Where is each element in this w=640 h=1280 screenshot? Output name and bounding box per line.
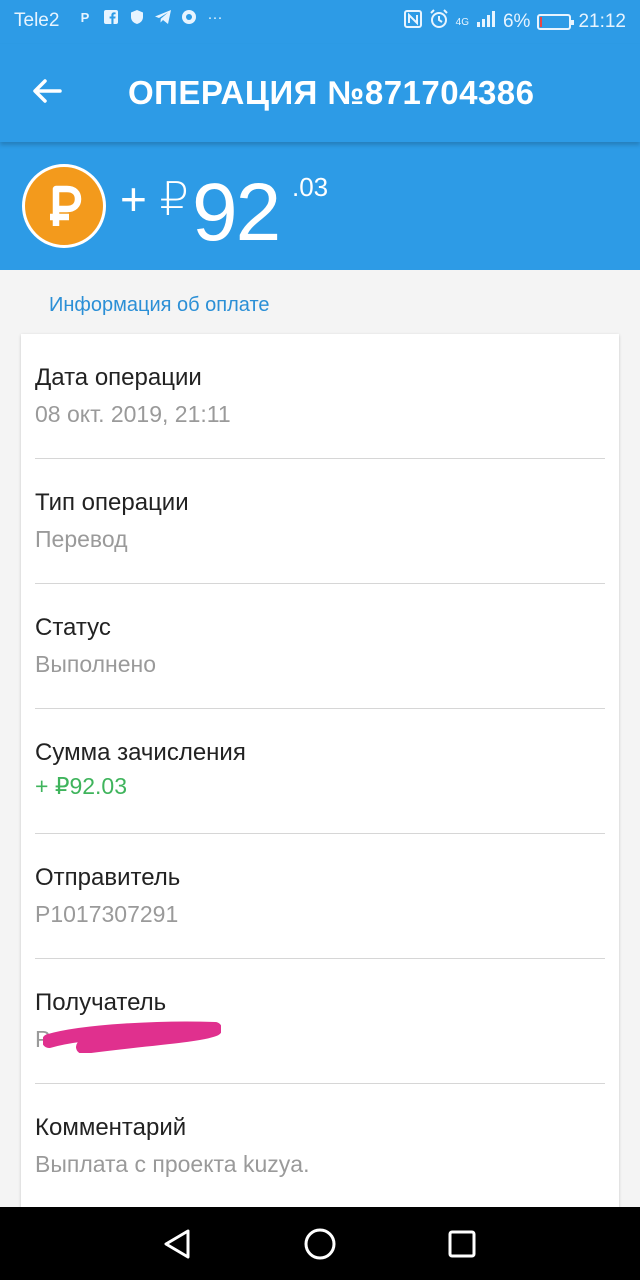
detail-value: Выплата с проекта kuzya. <box>35 1151 310 1177</box>
detail-label: Дата операции <box>35 364 202 391</box>
detail-row-status: Статус Выполнено <box>35 584 605 709</box>
detail-label: Статус <box>35 614 111 641</box>
alarm-icon <box>429 9 449 35</box>
battery-percent: 6% <box>502 11 531 32</box>
detail-row-comment: Комментарий Выплата с проекта kuzya. <box>35 1084 605 1209</box>
telegram-icon <box>154 9 172 27</box>
page-title: ОПЕРАЦИЯ №871704386 <box>128 74 535 111</box>
nfc-icon <box>403 10 422 34</box>
notification-icons: P ··· <box>76 9 224 27</box>
battery-fill <box>540 17 543 27</box>
clock: 21:12 <box>578 11 626 32</box>
detail-row-recipient: Получатель P <box>35 959 605 1084</box>
detail-label: Комментарий <box>35 1114 187 1141</box>
home-circle-icon <box>304 1228 336 1260</box>
more-icon: ··· <box>207 9 223 26</box>
details-card: Дата операции 08 окт. 2019, 21:11 Тип оп… <box>21 334 619 1214</box>
detail-label: Получатель <box>35 989 167 1016</box>
status-bar: Tele2 P ··· 4G 6% 21:12 <box>0 0 640 44</box>
detail-row-type: Тип операции Перевод <box>35 459 605 584</box>
detail-row-sender: Отправитель P1017307291 <box>35 834 605 959</box>
amount-decimal: .03 <box>292 172 329 202</box>
back-button[interactable] <box>30 76 70 110</box>
app-bar: ОПЕРАЦИЯ №871704386 <box>0 44 640 142</box>
facebook-icon <box>102 9 120 27</box>
detail-label: Отправитель <box>35 864 181 891</box>
system-nav-bar <box>0 1207 640 1280</box>
nav-recents-button[interactable] <box>443 1225 481 1263</box>
chrome-icon <box>180 9 198 27</box>
detail-value: Выполнено <box>35 651 157 677</box>
battery-icon <box>537 14 575 30</box>
system-icons: 4G 6% 21:12 <box>403 9 626 35</box>
detail-label: Тип операции <box>35 489 189 516</box>
amount-integer: 92 <box>192 167 281 258</box>
amount-header: + ₽ 92 .03 <box>0 142 640 270</box>
detail-row-date: Дата операции 08 окт. 2019, 21:11 <box>35 334 605 459</box>
redaction-scribble <box>43 1021 221 1053</box>
detail-label: Сумма зачисления <box>35 739 246 766</box>
arrow-left-icon <box>33 79 62 103</box>
network-type: 4G <box>455 16 469 28</box>
section-title: Информация об оплате <box>49 294 270 316</box>
recents-square-icon <box>448 1230 476 1258</box>
carrier-name: Tele2 <box>14 10 60 31</box>
detail-value: 08 окт. 2019, 21:11 <box>35 401 231 427</box>
ruble-coin-icon <box>22 164 106 248</box>
detail-value: P1017307291 <box>35 901 179 927</box>
payment-info-section: Информация об оплате Дата операции 08 ок… <box>0 270 640 1214</box>
nav-back-button[interactable] <box>158 1225 196 1263</box>
back-triangle-icon <box>164 1229 190 1259</box>
nav-home-button[interactable] <box>301 1225 339 1263</box>
amount-sign: + ₽ <box>120 173 189 225</box>
detail-value-positive: + ₽92.03 <box>35 773 128 799</box>
shield-icon <box>128 9 146 27</box>
p-icon: P <box>80 10 90 25</box>
detail-row-credit-amount: Сумма зачисления + ₽92.03 <box>35 709 605 834</box>
detail-value: Перевод <box>35 526 128 552</box>
signal-icon <box>476 10 496 34</box>
